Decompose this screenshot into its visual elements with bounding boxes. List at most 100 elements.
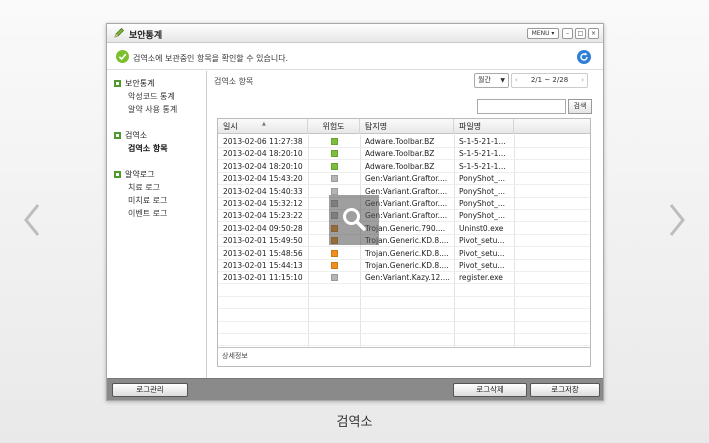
cell-detection-name: Trojan.Generic.KD.8.... — [365, 248, 449, 258]
cell-file-name: Pivot_setu... — [459, 248, 505, 258]
minimize-button[interactable]: – — [562, 28, 573, 39]
table-row[interactable]: 2013-02-01 11:15:10 Gen:Variant.Kazy.12..… — [218, 271, 590, 285]
bullet-icon — [114, 80, 121, 87]
sidebar-item-malware-stats[interactable]: 악성코드 통계 — [114, 90, 177, 103]
risk-level-icon — [331, 150, 338, 158]
cell-file-name: S-1-5-21-1... — [459, 161, 506, 171]
cell-date: 2013-02-04 15:43:20 — [223, 174, 303, 184]
sidebar-item-uncured-log[interactable]: 미치료 로그 — [114, 194, 167, 207]
search-button[interactable]: 검색 — [568, 99, 592, 114]
risk-level-icon — [331, 187, 338, 195]
cell-date: 2013-02-04 18:20:10 — [223, 161, 303, 171]
table-row[interactable]: 2013-02-04 15:32:12 Gen:Variant.Graftor..… — [218, 197, 590, 210]
cell-date: 2013-02-01 11:15:10 — [223, 273, 303, 283]
refresh-icon[interactable] — [577, 50, 591, 66]
sidebar-group-label: 검역소 — [125, 131, 148, 140]
risk-level-icon — [331, 274, 338, 282]
notice-text: 검역소에 보관중인 항목을 확인할 수 있습니다. — [133, 54, 289, 63]
cell-date: 2013-02-01 15:44:13 — [223, 261, 303, 270]
log-manage-button[interactable]: 로그관리 — [112, 383, 188, 397]
check-circle-icon — [116, 50, 129, 65]
risk-level-icon — [331, 138, 338, 145]
period-select-value: 월간 — [478, 76, 491, 84]
log-delete-button[interactable]: 로그삭제 — [453, 383, 527, 397]
carousel-prev-icon[interactable] — [12, 195, 52, 245]
sidebar-group-stats: 보안통계 악성코드 통계 알약 사용 통계 — [114, 77, 177, 116]
notice-bar: 검역소에 보관중인 항목을 확인할 수 있습니다. — [107, 44, 603, 70]
cell-detection-name: Gen:Variant.Kazy.12.... — [365, 273, 450, 283]
table-row[interactable]: 2013-02-01 15:49:50 Trojan.Generic.KD.8..… — [218, 234, 590, 248]
menu-button[interactable]: MENU ▾ — [527, 28, 559, 39]
sidebar-group-logs: 알약로그 치료 로그 미치료 로그 이벤트 로그 — [114, 168, 167, 220]
cell-detection-name: Adware.Toolbar.BZ — [365, 149, 435, 159]
sidebar-item-usage-stats[interactable]: 알약 사용 통계 — [114, 103, 177, 116]
sidebar-item-quarantine-items[interactable]: 검역소 항목 — [114, 142, 168, 155]
cell-file-name: Uninst0.exe — [459, 223, 504, 233]
cell-date: 2013-02-01 15:49:50 — [223, 236, 303, 246]
column-header-risk[interactable]: 위험도 — [308, 119, 360, 134]
cell-detection-name: Gen:Variant.Graftor.... — [365, 174, 448, 184]
zoom-button[interactable] — [329, 195, 379, 245]
cell-file-name: PonyShot_... — [459, 174, 505, 184]
footer-bar: 로그관리 로그삭제 로그저장 — [107, 378, 603, 400]
risk-level-icon — [331, 162, 338, 170]
table-row[interactable]: 2013-02-01 15:44:13 Trojan.Generic.KD.8..… — [218, 259, 590, 272]
pager: ‹ 2/1 ~ 2/28 › — [511, 73, 588, 88]
close-button[interactable]: × — [588, 28, 599, 39]
cell-file-name: Pivot_setu... — [459, 261, 505, 270]
table-row[interactable]: 2013-02-04 15:23:22 Gen:Variant.Graftor..… — [218, 209, 590, 223]
cell-date: 2013-02-04 15:32:12 — [223, 199, 303, 208]
cell-detection-name: Adware.Toolbar.BZ — [365, 137, 435, 146]
table-row[interactable]: 2013-02-04 09:50:28 Trojan.Generic.790...… — [218, 222, 590, 235]
table-body: 2013-02-06 11:27:38 Adware.Toolbar.BZ S-1-… — [218, 135, 590, 347]
carousel-next-icon[interactable] — [657, 195, 697, 245]
cell-date: 2013-02-04 09:50:28 — [223, 223, 303, 233]
sidebar-item-cure-log[interactable]: 치료 로그 — [114, 181, 167, 194]
column-header-file[interactable]: 파일명 — [454, 119, 514, 134]
bullet-icon — [114, 171, 121, 178]
maximize-button[interactable]: □ — [575, 28, 586, 39]
sidebar-group-label: 보안통계 — [125, 79, 155, 88]
column-header-date[interactable]: 일시 ▲ — [218, 119, 308, 134]
cell-file-name: PonyShot_... — [459, 211, 505, 221]
empty-row — [218, 333, 590, 347]
bullet-icon — [114, 132, 121, 139]
pager-range: 2/1 ~ 2/28 — [530, 76, 569, 84]
table-row[interactable]: 2013-02-01 15:48:56 Trojan.Generic.KD.8..… — [218, 247, 590, 260]
table-row[interactable]: 2013-02-04 15:43:20 Gen:Variant.Graftor..… — [218, 172, 590, 186]
breadcrumb: 검역소 항목 — [214, 77, 254, 86]
magnifier-icon — [341, 206, 367, 234]
table-row[interactable]: 2013-02-04 18:20:10 Adware.Toolbar.BZ S-1-… — [218, 160, 590, 173]
sidebar-group-label: 알약로그 — [125, 170, 155, 179]
quarantine-table: 일시 ▲ 위험도 탐지명 파일명 2013-02-06 11:27:38 Adwa… — [217, 118, 591, 367]
sidebar: 보안통계 악성코드 통계 알약 사용 통계 검역소 검역소 항목 알약로그 치료… — [107, 71, 207, 379]
cell-date: 2013-02-04 18:20:10 — [223, 149, 303, 159]
period-select[interactable]: 월간 ▼ — [474, 73, 509, 88]
empty-row — [218, 321, 590, 334]
caption: 검역소 — [336, 415, 373, 430]
cell-detection-name: Trojan.Generic.KD.8.... — [365, 261, 449, 270]
table-row[interactable]: 2013-02-04 15:40:33 Gen:Variant.Graftor..… — [218, 185, 590, 198]
cell-file-name: PonyShot_... — [459, 199, 505, 208]
cell-detection-name: Adware.Toolbar.BZ — [365, 161, 435, 171]
table-header: 일시 ▲ 위험도 탐지명 파일명 — [218, 119, 590, 134]
empty-row — [218, 296, 590, 310]
title-bar: 보안통계 MENU ▾ – □ × — [107, 24, 603, 43]
window-title: 보안통계 — [129, 31, 163, 41]
cell-file-name: S-1-5-21-1... — [459, 149, 506, 159]
sidebar-item-event-log[interactable]: 이벤트 로그 — [114, 207, 167, 220]
search-input[interactable] — [477, 99, 566, 114]
table-row[interactable]: 2013-02-04 18:20:10 Adware.Toolbar.BZ S-1-… — [218, 147, 590, 161]
risk-level-icon — [331, 175, 338, 183]
next-page-icon[interactable]: › — [581, 74, 584, 87]
sort-icon: ▲ — [262, 121, 266, 127]
column-header-detection[interactable]: 탐지명 — [360, 119, 454, 134]
prev-page-icon[interactable]: ‹ — [515, 74, 518, 87]
risk-level-icon — [331, 262, 338, 269]
table-row[interactable]: 2013-02-06 11:27:38 Adware.Toolbar.BZ S-1-… — [218, 135, 590, 148]
log-save-button[interactable]: 로그저장 — [530, 383, 600, 397]
cell-file-name: PonyShot_... — [459, 186, 505, 196]
cell-date: 2013-02-06 11:27:38 — [223, 137, 303, 146]
pencil-icon — [113, 27, 125, 41]
chevron-down-icon: ▼ — [500, 77, 505, 84]
